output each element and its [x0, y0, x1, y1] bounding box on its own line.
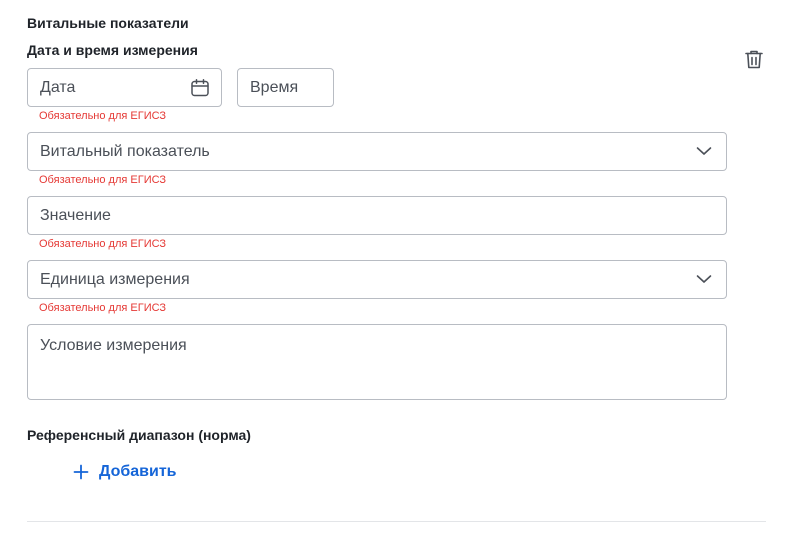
date-error-message: Обязательно для ЕГИСЗ — [39, 110, 167, 122]
chevron-down-icon — [696, 275, 712, 283]
chevron-down-icon — [696, 147, 712, 155]
value-error-message: Обязательно для ЕГИСЗ — [39, 238, 167, 250]
value-input[interactable]: Значение — [27, 196, 727, 235]
unit-select[interactable]: Единица измерения — [27, 260, 727, 299]
measurement-condition-placeholder: Условие измерения — [40, 337, 187, 354]
vital-indicator-error-message: Обязательно для ЕГИСЗ — [39, 174, 167, 186]
section-title: Витальные показатели — [27, 15, 189, 31]
measurement-datetime-label: Дата и время измерения — [27, 42, 198, 58]
add-reference-range-button[interactable]: Добавить — [73, 459, 177, 485]
measurement-condition-textarea[interactable]: Условие измерения — [27, 324, 727, 400]
reference-range-label: Референсный диапазон (норма) — [27, 427, 251, 443]
value-placeholder: Значение — [40, 206, 111, 224]
calendar-icon[interactable] — [190, 78, 210, 98]
vital-indicator-select[interactable]: Витальный показатель — [27, 132, 727, 171]
trash-icon[interactable] — [744, 49, 764, 70]
vital-indicator-placeholder: Витальный показатель — [40, 142, 210, 160]
time-field[interactable]: Время — [237, 68, 334, 107]
date-placeholder: Дата — [40, 78, 76, 96]
plus-icon — [73, 464, 89, 480]
unit-placeholder: Единица измерения — [40, 270, 190, 288]
add-reference-range-label: Добавить — [99, 463, 177, 480]
divider — [27, 521, 766, 522]
date-field[interactable]: Дата — [27, 68, 222, 107]
time-placeholder: Время — [250, 78, 299, 96]
unit-error-message: Обязательно для ЕГИСЗ — [39, 302, 167, 314]
